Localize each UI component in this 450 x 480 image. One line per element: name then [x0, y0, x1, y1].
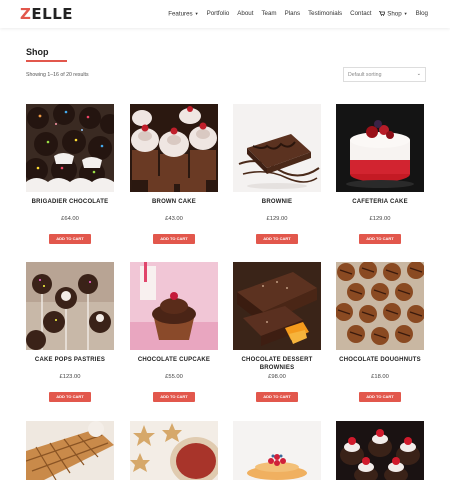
product-title[interactable]: BROWNIE	[227, 198, 327, 206]
chevron-down-icon: ▼	[194, 11, 199, 16]
add-to-cart-button[interactable]: ADD TO CART	[359, 234, 401, 244]
product-price: £43.00	[165, 216, 183, 222]
nav-team[interactable]: Team	[261, 10, 276, 19]
product-title[interactable]: CHOCOLATE CUPCAKE	[124, 356, 224, 364]
nav-shop[interactable]: Shop ▼	[379, 10, 408, 19]
sort-select[interactable]: Default sorting ⌄	[343, 67, 426, 82]
nav-testimonials[interactable]: Testimonials	[308, 10, 342, 19]
add-to-cart-button[interactable]: ADD TO CART	[49, 234, 91, 244]
site-header: ZELLE Features ▼ Portfolio About Team Pla…	[0, 0, 450, 28]
product-image-brigadeiro[interactable]	[26, 104, 114, 192]
product-title[interactable]: BRIGADIER CHOCOLATE	[20, 198, 120, 206]
main-nav: Features ▼ Portfolio About Team Plans Tes…	[168, 10, 428, 19]
product-price: £123.00	[59, 374, 81, 380]
product-card: CAFETERIA CAKE £129.00 ADD TO CART	[336, 104, 424, 244]
product-image-cupcake-milk[interactable]	[130, 262, 218, 350]
product-card: BROWNIE £129.00 ADD TO CART	[233, 104, 321, 244]
add-to-cart-button[interactable]: ADD TO CART	[256, 392, 298, 402]
product-title[interactable]: CHOCOLATE DESSERT BROWNIES	[227, 356, 327, 372]
product-card: BROWN CAKE £43.00 ADD TO CART	[130, 104, 218, 244]
product-image-waffles[interactable]	[26, 421, 114, 480]
product-card: CHOCOLATE CUPCAKE £55.00 ADD TO CART	[130, 262, 218, 402]
product-price: £98.00	[268, 374, 286, 380]
nav-features-label: Features	[168, 10, 193, 18]
product-image-cake-pops[interactable]	[26, 262, 114, 350]
product-card: CHOCOLATE DOUGHNUTS £18.00 ADD TO CART	[336, 262, 424, 402]
logo-initial: Z	[20, 5, 32, 23]
product-title[interactable]: BROWN CAKE	[124, 198, 224, 206]
add-to-cart-button[interactable]: ADD TO CART	[153, 392, 195, 402]
site-logo[interactable]: ZELLE	[20, 6, 73, 22]
result-count: Showing 1–16 of 20 results	[26, 72, 89, 78]
add-to-cart-button[interactable]: ADD TO CART	[49, 392, 91, 402]
logo-text: ELLE	[31, 5, 73, 23]
nav-plans[interactable]: Plans	[285, 10, 300, 19]
product-title[interactable]: CAFETERIA CAKE	[330, 198, 430, 206]
add-to-cart-button[interactable]: ADD TO CART	[256, 234, 298, 244]
product-image-dessert-brownies[interactable]	[233, 262, 321, 350]
sort-select-value: Default sorting	[348, 72, 382, 78]
product-title[interactable]: CHOCOLATE DOUGHNUTS	[330, 356, 430, 364]
product-price: £129.00	[266, 216, 288, 222]
title-underline	[26, 60, 67, 62]
product-image-strawberry-cups[interactable]	[336, 421, 424, 480]
product-image-brownie[interactable]	[233, 104, 321, 192]
product-title[interactable]: CAKE POPS PASTRIES	[20, 356, 120, 364]
product-image-star-cookies[interactable]	[130, 421, 218, 480]
nav-portfolio[interactable]: Portfolio	[207, 10, 230, 19]
product-card	[336, 421, 424, 480]
nav-contact[interactable]: Contact	[350, 10, 371, 19]
nav-features[interactable]: Features ▼	[168, 10, 198, 19]
product-card: BRIGADIER CHOCOLATE £64.00 ADD TO CART	[26, 104, 114, 244]
product-price: £129.00	[369, 216, 391, 222]
page-title: Shop	[26, 47, 49, 57]
product-image-red-cake[interactable]	[336, 104, 424, 192]
product-image-pancakes[interactable]	[233, 421, 321, 480]
add-to-cart-button[interactable]: ADD TO CART	[153, 234, 195, 244]
product-price: £18.00	[371, 374, 389, 380]
product-card: CAKE POPS PASTRIES £123.00 ADD TO CART	[26, 262, 114, 402]
product-price: £64.00	[61, 216, 79, 222]
nav-blog[interactable]: Blog	[416, 10, 428, 19]
product-image-doughnuts[interactable]	[336, 262, 424, 350]
chevron-down-icon: ⌄	[416, 71, 421, 77]
product-image-cupcakes[interactable]	[130, 104, 218, 192]
product-card	[130, 421, 218, 480]
nav-about[interactable]: About	[237, 10, 253, 19]
add-to-cart-button[interactable]: ADD TO CART	[359, 392, 401, 402]
product-price: £55.00	[165, 374, 183, 380]
chevron-down-icon: ▼	[403, 11, 408, 16]
product-card: CHOCOLATE DESSERT BROWNIES £98.00 ADD TO…	[233, 262, 321, 402]
product-card	[26, 421, 114, 480]
nav-shop-label: Shop	[387, 10, 402, 18]
product-card	[233, 421, 321, 480]
